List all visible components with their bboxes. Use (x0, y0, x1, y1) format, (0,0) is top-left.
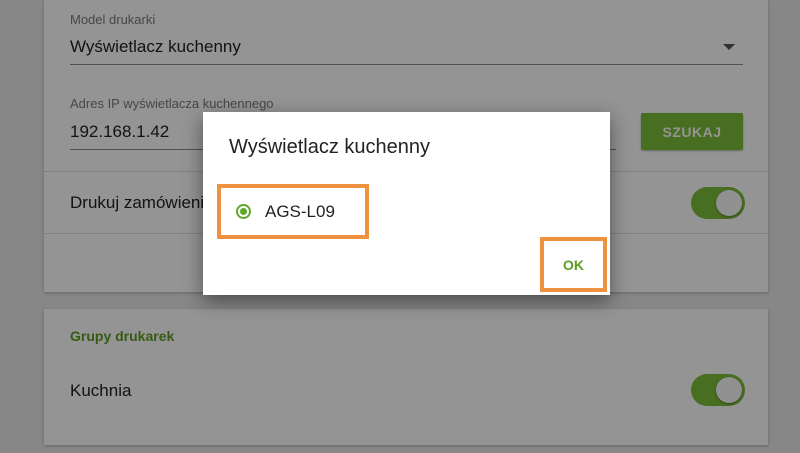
dialog-option-label: AGS-L09 (265, 201, 335, 221)
radio-selected-icon[interactable] (236, 204, 251, 219)
dialog-title: Wyświetlacz kuchenny (229, 136, 431, 158)
radio-dot (240, 208, 247, 215)
printer-select-dialog: Wyświetlacz kuchenny AGS-L09 OK (203, 112, 610, 295)
dialog-option-ags-l09[interactable]: AGS-L09 (217, 184, 369, 239)
ok-button[interactable]: OK (540, 237, 607, 292)
